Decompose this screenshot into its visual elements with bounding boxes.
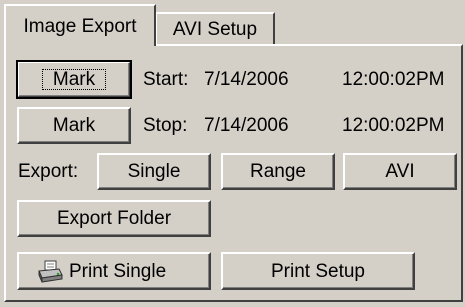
start-time: 12:00:02PM	[342, 69, 445, 90]
export-label: Export:	[18, 161, 79, 182]
print-single-button[interactable]: Print Single	[17, 252, 211, 290]
printer-icon	[37, 259, 63, 283]
button-label: Range	[250, 161, 306, 182]
export-avi-button[interactable]: AVI	[343, 153, 457, 190]
export-range-button[interactable]: Range	[221, 153, 335, 190]
stop-time: 12:00:02PM	[342, 115, 445, 136]
tab-label: AVI Setup	[172, 19, 258, 40]
button-label: Single	[127, 161, 181, 182]
mark-start-button[interactable]: Mark	[16, 60, 132, 99]
stop-label: Stop:	[143, 115, 188, 136]
button-label: AVI	[385, 161, 415, 182]
tab-image-export[interactable]: Image Export	[4, 4, 156, 46]
print-setup-button[interactable]: Print Setup	[221, 252, 415, 290]
button-label: Mark	[52, 115, 96, 136]
export-single-button[interactable]: Single	[97, 153, 211, 190]
mark-stop-button[interactable]: Mark	[17, 107, 131, 144]
button-label: Mark	[41, 69, 107, 90]
button-label: Print Single	[69, 260, 167, 282]
start-label: Start:	[143, 69, 189, 90]
button-label: Export Folder	[56, 208, 172, 229]
tab-avi-setup[interactable]: AVI Setup	[155, 12, 275, 45]
stop-date: 7/14/2006	[204, 115, 289, 136]
start-date: 7/14/2006	[204, 69, 289, 90]
tab-label: Image Export	[23, 15, 137, 37]
export-folder-button[interactable]: Export Folder	[17, 200, 211, 237]
button-label: Print Setup	[271, 260, 365, 282]
